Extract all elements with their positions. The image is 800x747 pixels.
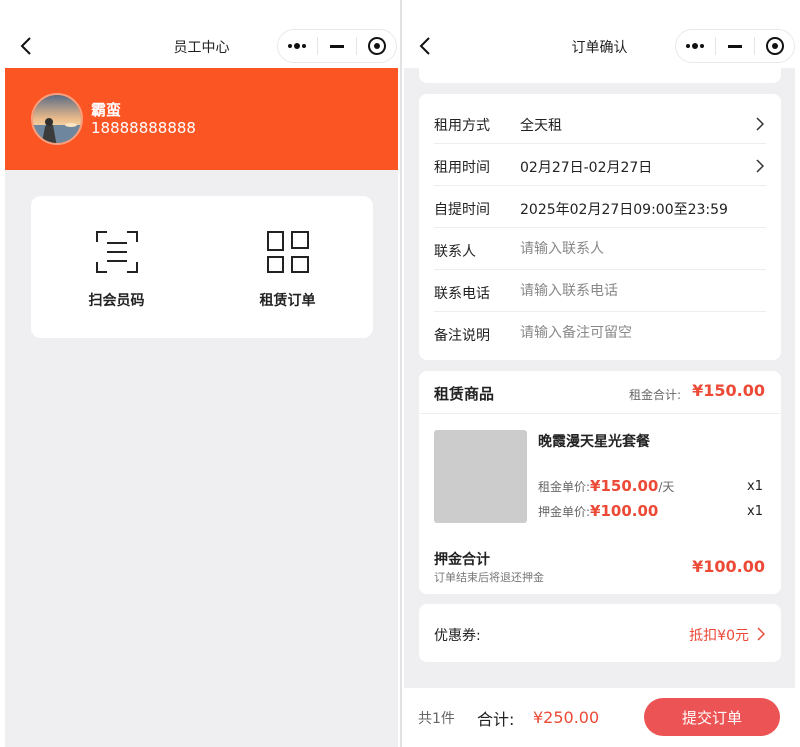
- deposit-price-value: ¥100.00: [590, 502, 659, 520]
- remark-row: 备注说明: [434, 312, 766, 354]
- deposit-total-value: ¥100.00: [692, 557, 765, 576]
- deposit-refund-note: 订单结束后将退还押金: [434, 571, 544, 584]
- deposit-price-row: 押金单价:¥100.00: [538, 502, 658, 520]
- submit-order-button[interactable]: 提交订单: [644, 698, 780, 736]
- coupon-label: 优惠券:: [434, 628, 481, 644]
- product-thumbnail[interactable]: [434, 430, 527, 523]
- chevron-right-icon: [757, 627, 765, 641]
- coupon-value: 抵扣¥0元: [689, 628, 749, 644]
- contact-phone-label: 联系电话: [434, 286, 490, 302]
- target-icon[interactable]: [755, 30, 794, 62]
- deposit-total-label: 押金合计: [434, 552, 490, 568]
- rent-total-label: 租金合计:: [628, 388, 681, 402]
- rent-quantity: x1: [747, 479, 763, 494]
- rent-price-unit: /天: [658, 480, 675, 494]
- avatar-photo: [33, 95, 81, 143]
- order-confirm-screen: 订单确认 租用方式 全天租 租用时间 02月27日-02月27日 自提时间 20…: [404, 0, 795, 747]
- scan-member-code-button[interactable]: 扫会员码: [31, 196, 202, 338]
- deposit-quantity: x1: [747, 504, 763, 519]
- employee-center-screen: 员工中心 霸蛮 18888888888 扫会员码 租赁订单: [5, 0, 398, 747]
- pickup-time-value: 2025年02月27日09:00至23:59: [520, 202, 728, 218]
- pickup-time-label: 自提时间: [434, 202, 490, 218]
- rental-time-row[interactable]: 租用时间 02月27日-02月27日: [434, 144, 766, 186]
- quick-menu: 扫会员码 租赁订单: [31, 196, 373, 338]
- minimize-icon[interactable]: [716, 30, 755, 62]
- rental-goods-card: 租赁商品 租金合计: ¥150.00 晚霞漫天星光套餐 租金单价:¥150.00…: [419, 371, 781, 594]
- chevron-left-icon[interactable]: [19, 35, 33, 57]
- screen-divider: [400, 0, 402, 747]
- grid-icon: [267, 231, 309, 273]
- rental-mode-row[interactable]: 租用方式 全天租: [434, 102, 766, 144]
- chevron-right-icon: [756, 117, 764, 131]
- rent-price-row: 租金单价:¥150.00/天: [538, 477, 674, 495]
- nav-bar: 订单确认: [404, 0, 795, 68]
- rent-total-value: ¥150.00: [692, 381, 765, 400]
- rental-mode-value: 全天租: [520, 118, 562, 134]
- mini-program-capsule: [277, 29, 397, 63]
- rental-orders-label: 租赁订单: [259, 293, 316, 309]
- checkout-bar: 共1件 合计: ¥250.00 提交订单: [404, 688, 795, 747]
- rent-price-label: 租金单价:: [538, 480, 591, 494]
- contact-phone-row: 联系电话: [434, 270, 766, 312]
- remark-label: 备注说明: [434, 328, 490, 344]
- total-label: 合计:: [477, 710, 515, 729]
- rental-time-value: 02月27日-02月27日: [520, 160, 653, 176]
- previous-card-edge: [419, 68, 781, 83]
- nav-bar: 员工中心: [5, 0, 398, 68]
- user-phone: 18888888888: [91, 119, 196, 137]
- remark-input[interactable]: [520, 325, 750, 341]
- chevron-right-icon: [756, 159, 764, 173]
- profile-header: 霸蛮 18888888888: [5, 68, 398, 170]
- user-name: 霸蛮: [91, 101, 122, 119]
- contact-row: 联系人: [434, 228, 766, 270]
- more-dots-icon[interactable]: [278, 30, 317, 62]
- target-icon[interactable]: [357, 30, 396, 62]
- coupon-row[interactable]: 优惠券: 抵扣¥0元: [419, 604, 781, 662]
- contact-input[interactable]: [520, 241, 750, 257]
- product-name: 晚霞漫天星光套餐: [538, 434, 650, 450]
- pickup-time-row: 自提时间 2025年02月27日09:00至23:59: [434, 186, 766, 228]
- goods-section-title: 租赁商品: [434, 385, 495, 403]
- more-dots-icon[interactable]: [676, 30, 715, 62]
- rental-orders-button[interactable]: 租赁订单: [202, 196, 373, 338]
- rent-price-value: ¥150.00: [590, 477, 659, 495]
- rental-info-card: 租用方式 全天租 租用时间 02月27日-02月27日 自提时间 2025年02…: [419, 94, 781, 360]
- rental-time-label: 租用时间: [434, 160, 490, 176]
- scan-icon: [96, 231, 138, 273]
- rental-mode-label: 租用方式: [434, 118, 490, 134]
- scan-member-code-label: 扫会员码: [88, 293, 145, 309]
- deposit-price-label: 押金单价:: [538, 505, 591, 519]
- avatar[interactable]: [31, 93, 83, 145]
- divider: [419, 413, 781, 414]
- item-count: 共1件: [418, 711, 455, 727]
- minimize-icon[interactable]: [318, 30, 357, 62]
- total-value: ¥250.00: [533, 708, 600, 727]
- mini-program-capsule: [675, 29, 795, 63]
- contact-phone-input[interactable]: [520, 283, 750, 299]
- chevron-left-icon[interactable]: [418, 35, 432, 57]
- contact-label: 联系人: [434, 244, 476, 260]
